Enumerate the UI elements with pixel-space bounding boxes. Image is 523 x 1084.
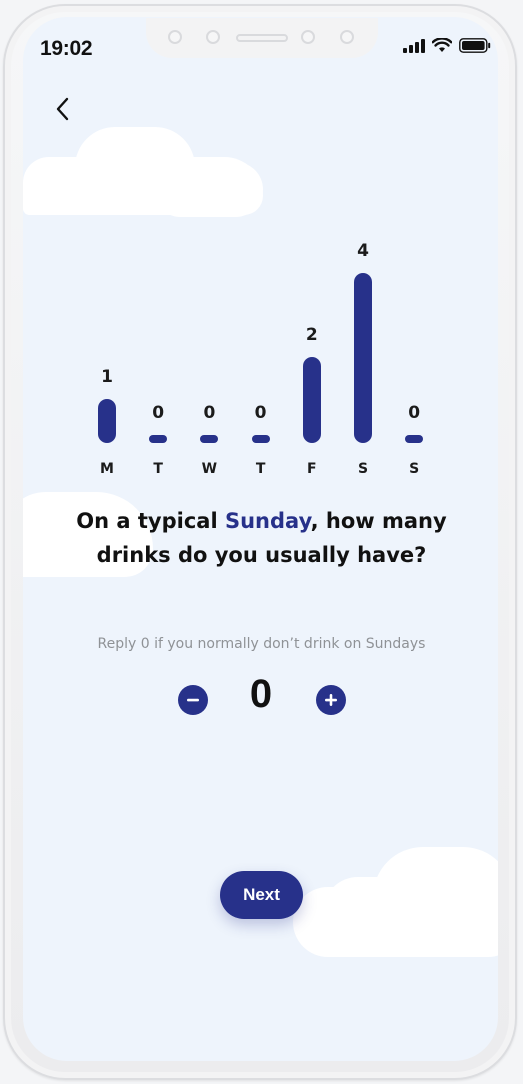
camera-icon	[301, 30, 315, 44]
next-button[interactable]: Next	[220, 871, 303, 919]
hint-text: Reply 0 if you normally don’t drink on S…	[97, 636, 426, 652]
status-time: 19:02	[40, 37, 93, 60]
chart-bar	[251, 435, 270, 443]
chart-day-label: W	[201, 461, 218, 477]
wifi-icon	[432, 38, 452, 52]
chart-bar-value: 0	[152, 403, 165, 423]
battery-icon	[459, 38, 491, 53]
minus-icon	[187, 698, 199, 702]
chart-bar-value: 0	[254, 403, 267, 423]
chart-day-label: T	[153, 461, 163, 477]
chart-bar	[149, 435, 168, 443]
question-day-highlight: Sunday	[224, 509, 311, 533]
chart-bar	[302, 357, 321, 443]
chart-bar-value: 4	[357, 241, 369, 261]
back-button[interactable]	[52, 94, 74, 124]
chart-bar-value: 2	[305, 325, 318, 345]
chart-bar	[405, 435, 424, 443]
weekly-drinks-chart: 1 M 0 T 0 W 0 T 2 F 4 S 0 S	[0, 0, 523, 500]
status-icons	[403, 38, 491, 53]
question-prefix: On a typical	[76, 509, 225, 533]
chart-bar	[98, 399, 116, 443]
sensor-dot	[340, 30, 354, 44]
cellular-signal-icon	[403, 38, 425, 53]
chart-bar-value: 0	[408, 403, 421, 423]
chart-day-label: T	[255, 461, 266, 477]
increment-button[interactable]	[316, 685, 346, 715]
chart-day-label: S	[357, 461, 369, 477]
chart-bar-value: 1	[101, 367, 113, 387]
cloud-bottom-right	[323, 877, 423, 947]
sensor-dot	[168, 30, 182, 44]
chart-day-label: S	[409, 461, 420, 477]
chart-day-label: M	[100, 461, 114, 477]
chart-day-label: F	[307, 461, 317, 477]
speaker-grille	[236, 34, 288, 42]
phone-notch	[146, 18, 378, 58]
question-text: On a typical Sunday, how many drinks do …	[40, 504, 483, 572]
chevron-left-icon	[56, 97, 69, 121]
chart-bar	[200, 435, 219, 443]
plus-icon	[325, 694, 337, 706]
drink-count: 0	[249, 672, 273, 716]
chart-bar-value: 0	[203, 403, 216, 423]
chart-bar	[354, 273, 372, 443]
sensor-dot	[206, 30, 220, 44]
decrement-button[interactable]	[178, 685, 208, 715]
